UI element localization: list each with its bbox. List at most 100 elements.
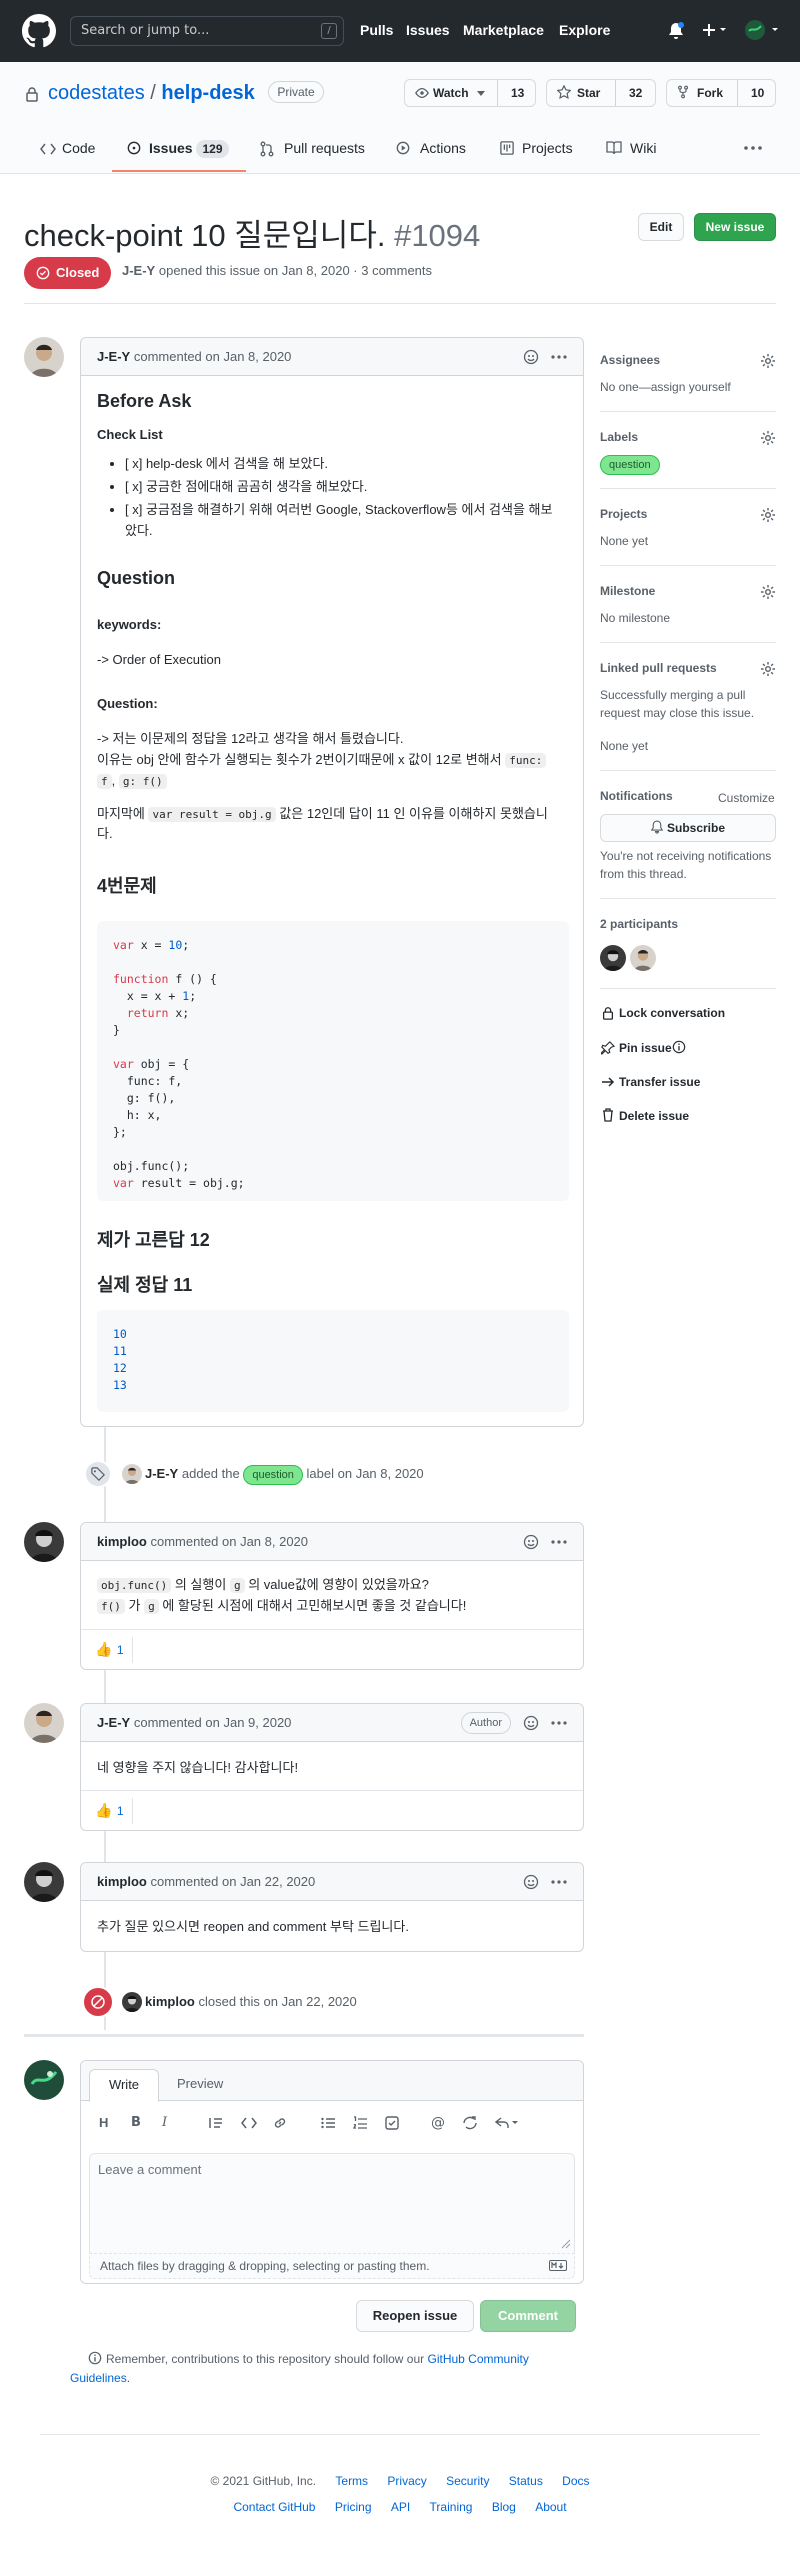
kebab-icon[interactable] [551,1880,567,1884]
tab-projects[interactable]: Projects [522,140,573,156]
avatar[interactable] [24,1703,64,1743]
resize-grip-icon[interactable] [561,2239,571,2249]
customize-link[interactable]: Customize [718,789,775,807]
tab-preview[interactable]: Preview [177,2076,223,2091]
comment-author[interactable]: kimploo [97,1874,147,1889]
nav-marketplace[interactable]: Marketplace [463,22,544,38]
linked-prs-heading[interactable]: Linked pull requests [600,661,717,675]
issue-author-link[interactable]: J-E-Y [122,263,155,278]
avatar[interactable] [24,1522,64,1562]
participant-avatar[interactable] [630,945,656,971]
tab-pull-requests[interactable]: Pull requests [284,140,365,156]
avatar[interactable] [122,1464,142,1484]
gear-icon[interactable] [760,584,776,600]
nav-issues[interactable]: Issues [406,22,450,38]
milestone-heading[interactable]: Milestone [600,584,655,598]
lock-conversation-link[interactable]: Lock conversation [619,1006,725,1020]
nav-explore[interactable]: Explore [559,22,610,38]
gear-icon[interactable] [760,430,776,446]
tab-wiki[interactable]: Wiki [630,140,656,156]
tab-issues[interactable]: Issues 129 [149,140,229,158]
guidelines-link[interactable]: GitHub Community [428,2352,529,2366]
user-avatar-dropdown[interactable] [744,19,780,41]
tab-write[interactable]: Write [89,2069,159,2102]
assignees-heading[interactable]: Assignees [600,353,660,367]
ordered-list-tool-icon[interactable] [353,2116,367,2130]
tab-actions[interactable]: Actions [420,140,466,156]
label-question[interactable]: question [243,1465,303,1485]
repo-owner-link[interactable]: codestates [48,82,145,104]
task-list-tool-icon[interactable] [385,2116,399,2130]
kebab-icon[interactable] [551,1540,567,1544]
info-icon[interactable] [672,1040,686,1054]
plus-dropdown-icon[interactable] [702,22,728,38]
watch-count[interactable]: 13 [511,86,524,100]
avatar[interactable] [24,337,64,377]
pin-issue-link[interactable]: Pin issue [619,1041,672,1055]
kebab-icon[interactable] [551,355,567,359]
label-question[interactable]: question [600,455,660,475]
quote-tool-icon[interactable] [209,2117,223,2129]
footer-link[interactable]: Pricing [335,2500,372,2514]
smiley-icon[interactable] [523,349,539,365]
avatar[interactable] [24,1862,64,1902]
footer-link[interactable]: Contact GitHub [233,2500,315,2514]
search-input[interactable]: Search or jump to... / [70,16,344,46]
new-issue-button[interactable]: New issue [694,213,776,241]
attach-files-bar[interactable]: Attach files by dragging & dropping, sel… [89,2253,575,2279]
smiley-icon[interactable] [523,1874,539,1890]
avatar[interactable] [122,1992,142,2012]
comment-textarea[interactable]: Leave a comment [89,2153,575,2253]
footer-link[interactable]: Training [430,2500,473,2514]
fork-button[interactable]: Fork 10 [666,79,776,107]
gear-icon[interactable] [760,661,776,677]
reaction-thumbs-up[interactable]: 👍 1 [89,1637,133,1663]
cross-reference-tool-icon[interactable] [463,2116,477,2130]
gear-icon[interactable] [760,353,776,369]
footer-link[interactable]: Blog [492,2500,516,2514]
reply-tool-icon[interactable] [495,2116,519,2130]
mention-tool-icon[interactable]: @ [431,2115,445,2131]
guidelines-link[interactable]: Guidelines. [70,2371,130,2385]
comment-author[interactable]: J-E-Y [97,1715,130,1730]
comment-button[interactable]: Comment [480,2300,576,2332]
edit-button[interactable]: Edit [638,213,684,241]
kebab-icon[interactable] [744,146,762,150]
link-tool-icon[interactable] [273,2116,287,2130]
star-button[interactable]: Star 32 [546,79,656,107]
italic-tool-icon[interactable]: I [162,2115,167,2130]
reaction-thumbs-up[interactable]: 👍 1 [89,1798,133,1824]
avatar[interactable] [24,2060,64,2100]
footer-link[interactable]: Status [509,2474,543,2488]
projects-heading[interactable]: Projects [600,507,647,521]
repo-name-link[interactable]: help-desk [161,82,254,104]
smiley-icon[interactable] [523,1534,539,1550]
delete-issue-link[interactable]: Delete issue [619,1109,689,1123]
participant-avatar[interactable] [600,945,626,971]
code-tool-icon[interactable] [241,2117,257,2129]
footer-link[interactable]: Privacy [387,2474,426,2488]
tab-code[interactable]: Code [62,140,95,156]
subscribe-button[interactable]: Subscribe [600,814,776,842]
footer-link[interactable]: About [535,2500,566,2514]
footer-link[interactable]: Terms [335,2474,368,2488]
bold-tool-icon[interactable]: B [131,2115,141,2130]
reopen-issue-button[interactable]: Reopen issue [356,2300,474,2332]
heading-tool-icon[interactable]: H [99,2115,108,2130]
footer-link[interactable]: Security [446,2474,489,2488]
labels-heading[interactable]: Labels [600,430,638,444]
smiley-icon[interactable] [523,1715,539,1731]
transfer-issue-link[interactable]: Transfer issue [619,1075,700,1089]
gear-icon[interactable] [760,507,776,523]
fork-count[interactable]: 10 [751,86,764,100]
footer-link[interactable]: Docs [562,2474,589,2488]
nav-pulls[interactable]: Pulls [360,22,393,38]
comment-author[interactable]: kimploo [97,1534,147,1549]
unordered-list-tool-icon[interactable] [321,2117,335,2129]
comment-author[interactable]: J-E-Y [97,349,130,364]
assignees-value[interactable]: No one—assign yourself [600,378,731,396]
kebab-icon[interactable] [551,1721,567,1725]
footer-link[interactable]: API [391,2500,410,2514]
bell-icon[interactable] [668,22,684,40]
github-logo-icon[interactable] [22,14,56,48]
